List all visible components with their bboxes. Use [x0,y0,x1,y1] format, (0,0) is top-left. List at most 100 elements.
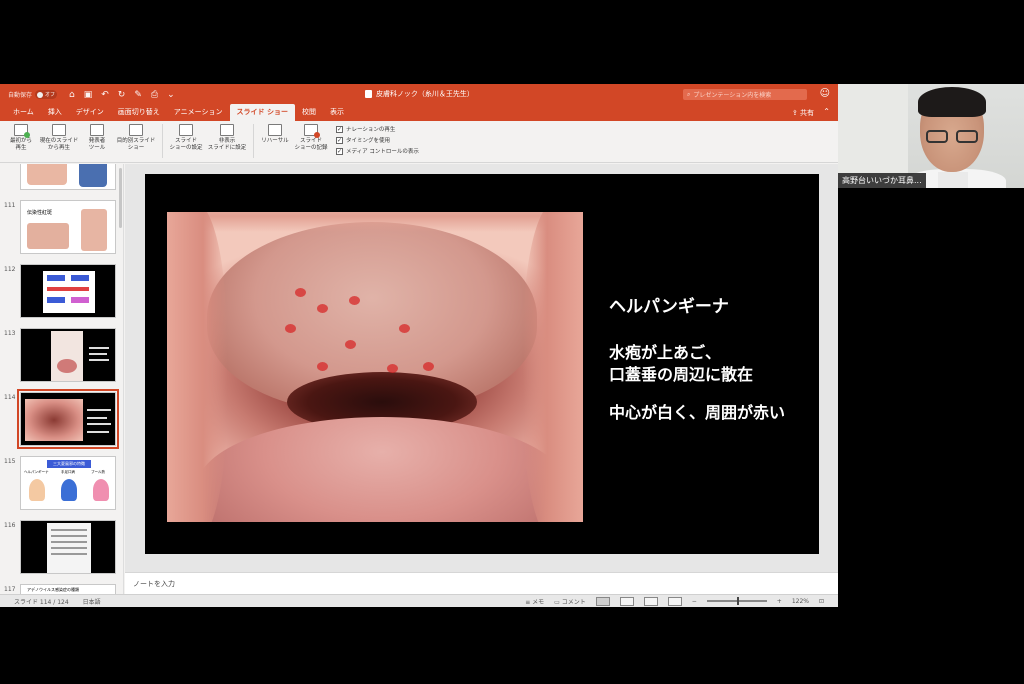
comment-icon: ▭ [554,598,562,606]
title-bar: 自動保存 オフ ⌂ ▣ ↶ ↻ ✎ ⎙ ⌄ 皮膚科ノック（糸川＆王先生） ⌕ プ… [0,84,838,105]
normal-view-button[interactable] [595,596,610,606]
tab-view[interactable]: 表示 [323,107,351,121]
slideshow-view-button[interactable] [667,596,682,606]
setup-show-button[interactable]: スライド ショーの設定 [167,124,205,152]
autosave-toggle[interactable]: オフ [35,90,58,99]
rehearse-clock-icon [268,124,282,136]
slide-number: 115 [4,458,16,465]
vesicle-spot [285,324,296,333]
vesicle-spot [399,324,410,333]
thumbnail-title: 伝染性紅斑 [27,210,53,216]
slide-thumbnail[interactable]: 113 [4,328,120,384]
home-icon[interactable]: ⌂ [69,90,75,100]
play-current-icon [52,124,66,136]
tongue-shape [197,417,567,522]
comments-label: コメント [561,598,586,606]
media-controls-checkbox[interactable]: ✓ メディア コントロールの表示 [336,147,419,155]
custom-show-label: 目的別スライド ショー [116,138,156,151]
screen: 自動保存 オフ ⌂ ▣ ↶ ↻ ✎ ⎙ ⌄ 皮膚科ノック（糸川＆王先生） ⌕ プ… [0,0,1024,684]
slide-canvas: ヘルパンギーナ 水疱が上あご、 口蓋垂の周辺に散在 中心が白く、周囲が赤い [125,164,838,572]
file-icon [365,90,372,98]
rehearse-button[interactable]: リハーサル [258,124,292,145]
participant-name-label: 高野台いいづか耳鼻... [838,173,926,188]
collapse-ribbon-icon[interactable]: ⌃ [823,107,830,116]
record-button[interactable]: スライド ショーの記録 [292,124,330,152]
slide-thumbnail[interactable]: 111 伝染性紅斑 [4,200,120,256]
tab-transitions[interactable]: 画面切り替え [111,107,167,121]
slide-text-line: 水疱が上あご、 [609,343,722,362]
from-start-label: 最初から 再生 [9,138,32,151]
tab-home[interactable]: ホーム [6,107,41,121]
thumbnail-image [20,328,116,382]
slideshow-options: ✓ ナレーションの再生 ✓ タイミングを使用 ✓ メディア コントロールの表示 [336,125,419,155]
lip-shape [523,212,583,522]
play-narration-checkbox[interactable]: ✓ ナレーションの再生 [336,125,419,133]
feedback-smiley-icon[interactable]: ☺ [820,88,830,99]
slide-text-line: 口蓋垂の周辺に散在 [609,365,754,384]
tab-insert[interactable]: 挿入 [41,107,69,121]
edit-icon[interactable]: ✎ [134,90,142,100]
fit-to-window-icon[interactable]: ⊡ [819,598,824,605]
play-narration-label: ナレーションの再生 [346,127,396,133]
from-start-button[interactable]: 最初から 再生 [4,124,38,152]
thumbnail-image [20,264,116,318]
vesicle-spot [349,296,360,305]
comments-toggle[interactable]: ▭ コメント [554,597,586,606]
zoom-out-icon[interactable]: − [692,598,697,605]
custom-show-button[interactable]: 目的別スライド ショー [114,124,158,152]
autosave-label: 自動保存 [8,92,33,99]
current-slide[interactable]: ヘルパンギーナ 水疱が上あご、 口蓋垂の周辺に散在 中心が白く、周囲が赤い [145,174,819,554]
play-from-start-icon [14,124,30,138]
throat-photo[interactable] [167,212,583,522]
redo-icon[interactable]: ↻ [118,90,126,100]
slide-thumbnail[interactable]: 112 [4,264,120,320]
zoom-slider[interactable] [706,597,767,605]
slide-thumbnail-pane[interactable]: 111 伝染性紅斑 112 113 114 115 三大夏風邪の特徴 ヘルパンギ… [0,164,124,594]
ribbon-separator [253,124,254,158]
tab-review[interactable]: 校閲 [295,107,323,121]
thumbnail-image: アデノウイルス感染症の種類 [20,584,116,594]
zoom-level[interactable]: 122% [792,598,809,605]
vesicle-spot [317,362,328,371]
hide-slide-button[interactable]: 非表示 スライドに設定 [205,124,249,152]
status-bar: スライド 114 / 124 日本語 ≡ メモ ▭ コメント − + 122% … [0,594,838,607]
search-icon: ⌕ [687,90,691,98]
use-timings-checkbox[interactable]: ✓ タイミングを使用 [336,136,419,144]
slide-thumbnail[interactable]: 115 三大夏風邪の特徴 ヘルパンギーナ 手足口病 プール熱 [4,456,120,512]
notes-pane[interactable]: ノートを入力 [125,572,838,594]
save-icon[interactable]: ▣ [84,90,93,100]
print-icon[interactable]: ⎙ [151,90,158,100]
record-icon [304,124,320,138]
share-label: 共有 [800,109,814,117]
undo-icon[interactable]: ↶ [101,90,109,100]
tab-slideshow[interactable]: スライド ショー [229,104,295,121]
rehearse-label: リハーサル [261,138,289,144]
tab-animations[interactable]: アニメーション [167,107,230,121]
thumbnail-scrollbar[interactable] [119,168,122,228]
notes-toggle[interactable]: ≡ メモ [525,597,544,606]
thumbnail-title: アデノウイルス感染症の種類 [27,587,79,592]
thumbnail-label: プール熱 [91,470,105,474]
vesicle-spot [295,288,306,297]
language-indicator[interactable]: 日本語 [83,597,101,606]
lip-shape [167,212,227,522]
presenter-view-button[interactable]: 発表者 ツール [80,124,114,152]
search-box[interactable]: ⌕ プレゼンテーション内を検索 [683,89,807,100]
presenter-icon [90,124,104,136]
slide-counter: スライド 114 / 124 [14,598,69,606]
checkmark-icon: ✓ [336,125,343,133]
tab-design[interactable]: デザイン [69,107,111,121]
slide-thumbnail[interactable]: 117 アデノウイルス感染症の種類 [4,584,120,594]
vesicle-spot [317,304,328,313]
slide-sorter-view-button[interactable] [619,596,634,606]
reading-view-button[interactable] [643,596,658,606]
zoom-in-icon[interactable]: + [777,598,782,605]
slide-thumbnail-selected[interactable]: 114 [4,389,120,449]
customize-icon[interactable]: ⌄ [167,90,175,100]
share-button[interactable]: ⇪ 共有 [792,108,814,118]
slide-thumbnail[interactable] [4,164,120,192]
slide-thumbnail[interactable]: 116 [4,520,120,576]
from-current-button[interactable]: 現在のスライド から再生 [38,124,80,152]
vesicle-spot [387,364,398,373]
share-icon: ⇪ [791,109,800,117]
